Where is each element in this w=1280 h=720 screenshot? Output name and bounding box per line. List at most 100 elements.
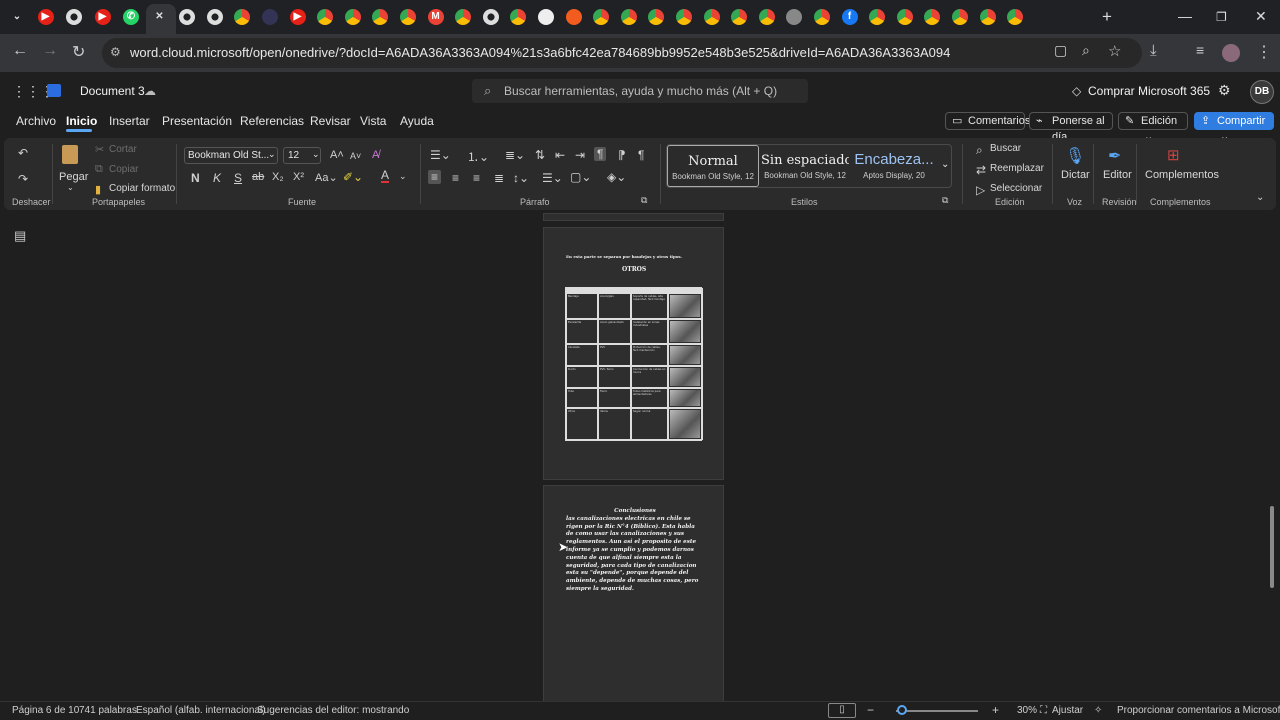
tab-chrome-icon[interactable] bbox=[979, 9, 996, 25]
browser-menu-icon[interactable]: ⋮ bbox=[1256, 42, 1272, 62]
bookmark-star-icon[interactable]: ☆ bbox=[1108, 42, 1121, 60]
minimize-icon[interactable]: — bbox=[1178, 8, 1192, 24]
table-cell[interactable]: Otros bbox=[566, 408, 598, 440]
shading-icon[interactable]: ◈⌄ bbox=[607, 170, 626, 184]
tab-chrome-icon[interactable] bbox=[1007, 9, 1024, 25]
tab-ayuda[interactable]: Ayuda bbox=[400, 114, 434, 128]
word-count[interactable]: 741 palabras bbox=[79, 705, 137, 716]
feedback-link[interactable]: Proporcionar comentarios a Microsoft bbox=[1117, 705, 1280, 716]
increase-indent-icon[interactable]: ⇥ bbox=[575, 148, 585, 162]
tab-presentacion[interactable]: Presentación bbox=[162, 114, 232, 128]
tab-chrome-icon[interactable] bbox=[344, 9, 361, 25]
otros-table[interactable]: Canalización Tipo/material Características… bbox=[565, 287, 703, 441]
forward-icon[interactable]: → bbox=[42, 42, 58, 60]
new-tab-button[interactable]: + bbox=[1102, 7, 1112, 27]
format-painter-button[interactable]: Copiar formato bbox=[109, 183, 175, 194]
table-cell[interactable]: Soporte de cables, alta capacidad, fácil… bbox=[631, 293, 668, 319]
font-name-select[interactable]: Bookman Old St... ⌄ bbox=[184, 147, 278, 164]
paragraph-launcher-icon[interactable]: ⧉ bbox=[641, 195, 647, 206]
cast-icon[interactable]: ▢ bbox=[1054, 42, 1067, 59]
bold-button[interactable]: N bbox=[191, 171, 200, 185]
style-no-spacing[interactable]: Sin espaciado Bookman Old Style, 12 bbox=[761, 145, 849, 187]
paste-clipboard-icon[interactable] bbox=[62, 145, 78, 164]
sort-icon[interactable]: ⇅ bbox=[535, 148, 545, 162]
styles-more-icon[interactable]: ⌄ bbox=[941, 159, 949, 170]
bullets-icon[interactable]: ☰⌄ bbox=[430, 148, 451, 162]
line-spacing-icon[interactable]: ↕⌄ bbox=[513, 171, 529, 185]
table-photo[interactable] bbox=[670, 295, 700, 317]
tab-insertar[interactable]: Insertar bbox=[109, 114, 150, 128]
tab-facebook-icon[interactable]: f bbox=[841, 9, 858, 25]
undo-icon[interactable]: ↶ bbox=[18, 146, 28, 160]
tab-referencias[interactable]: Referencias bbox=[240, 114, 304, 128]
tab-chatgpt-icon[interactable] bbox=[179, 9, 196, 25]
tab-inicio[interactable]: Inicio bbox=[66, 114, 97, 128]
search-box[interactable]: ⌕ Buscar herramientas, ayuda y mucho más… bbox=[472, 79, 808, 103]
zoom-slider[interactable] bbox=[896, 710, 978, 712]
table-cell[interactable]: Fierro bbox=[598, 388, 631, 408]
zoom-out-icon[interactable]: − bbox=[867, 703, 874, 717]
comments-button[interactable]: ▭ Comentarios bbox=[945, 112, 1030, 130]
profile-avatar[interactable] bbox=[1222, 44, 1240, 62]
window-close-icon[interactable]: ✕ bbox=[1255, 8, 1267, 25]
tab-page-icon[interactable] bbox=[537, 9, 554, 25]
catchup-button[interactable]: ⌁ Ponerse al día bbox=[1029, 112, 1113, 143]
table-cell[interactable]: Canaleta bbox=[566, 344, 598, 366]
vertical-scrollbar[interactable] bbox=[1270, 506, 1274, 588]
microphone-icon[interactable]: 🎙 bbox=[1065, 146, 1085, 166]
tab-youtube-icon[interactable]: ▶ bbox=[289, 9, 306, 25]
ribbon-collapse-icon[interactable]: ⌄ bbox=[1256, 192, 1264, 203]
decrease-indent-icon[interactable]: ⇤ bbox=[555, 148, 565, 162]
language-status[interactable]: Español (alfab. internacional) bbox=[136, 705, 266, 716]
tab-chatgpt-icon[interactable] bbox=[66, 9, 82, 25]
table-cell[interactable]: Bandeja bbox=[566, 293, 598, 319]
font-color-icon[interactable]: A bbox=[381, 169, 390, 183]
document-title[interactable]: Document 3 bbox=[80, 84, 145, 98]
table-cell[interactable]: Acero galvanizado bbox=[598, 319, 631, 344]
table-photo[interactable] bbox=[670, 321, 700, 342]
tab-chrome-icon[interactable] bbox=[758, 9, 775, 25]
editor-pen-icon[interactable]: ✒ bbox=[1108, 146, 1121, 166]
url-text[interactable]: word.cloud.microsoft/open/onedrive/?docI… bbox=[130, 45, 950, 60]
tab-vista[interactable]: Vista bbox=[360, 114, 386, 128]
tab-chrome-icon[interactable] bbox=[399, 9, 416, 25]
table-photo[interactable] bbox=[670, 410, 700, 438]
addins-button[interactable]: Complementos bbox=[1145, 169, 1219, 181]
tab-chrome-icon[interactable] bbox=[675, 9, 692, 25]
style-normal[interactable]: Normal Bookman Old Style, 12 bbox=[667, 145, 759, 187]
tab-chrome-icon[interactable] bbox=[593, 9, 610, 25]
change-case-icon[interactable]: Aa⌄ bbox=[315, 171, 338, 184]
table-cell[interactable]: Según norma bbox=[631, 408, 668, 440]
chevron-down-icon[interactable]: ⌄ bbox=[399, 171, 407, 182]
tab-brave-icon[interactable] bbox=[565, 9, 582, 25]
tab-gmail-icon[interactable]: M bbox=[427, 9, 444, 25]
strikethrough-button[interactable]: ab bbox=[252, 171, 264, 183]
clear-format-icon[interactable]: A̸ bbox=[372, 149, 379, 161]
replace-button[interactable]: Reemplazar bbox=[990, 163, 1044, 174]
table-cell[interactable]: Conducción de cables en muros bbox=[631, 366, 668, 388]
tab-chrome-icon[interactable] bbox=[731, 9, 748, 25]
search-placeholder[interactable]: Buscar herramientas, ayuda y mucho más (… bbox=[504, 84, 777, 98]
show-marks-icon[interactable]: ¶ bbox=[638, 148, 644, 162]
zoom-in-icon[interactable]: + bbox=[992, 703, 999, 717]
subscript-button[interactable]: X₂ bbox=[272, 171, 284, 183]
dictate-button[interactable]: Dictar bbox=[1061, 169, 1090, 181]
media-icon[interactable]: ≡ bbox=[1196, 42, 1204, 58]
multilevel-list-icon[interactable]: ≣⌄ bbox=[505, 148, 525, 162]
table-cell[interactable]: Tubos metálicos para alimentadores bbox=[631, 388, 668, 408]
tab-chatgpt-icon[interactable] bbox=[206, 9, 223, 25]
zoom-level[interactable]: 30% bbox=[1017, 705, 1037, 716]
zoom-icon[interactable]: ⌕ bbox=[1082, 42, 1090, 59]
tab-chrome-icon[interactable] bbox=[317, 9, 334, 25]
editing-mode-button[interactable]: ✎ Edición ⌄ bbox=[1118, 112, 1188, 143]
address-bar[interactable]: ⚙ word.cloud.microsoft/open/onedrive/?do… bbox=[102, 38, 1142, 68]
shrink-font-icon[interactable]: A˅ bbox=[350, 151, 361, 161]
tab-chatgpt-icon[interactable] bbox=[482, 9, 499, 25]
tab-chrome-icon[interactable] bbox=[896, 9, 913, 25]
align-center-icon[interactable]: ≡ bbox=[452, 171, 459, 185]
align-left-icon[interactable]: ≡ bbox=[428, 170, 442, 184]
table-cell[interactable]: Instalación en zonas industriales bbox=[631, 319, 668, 344]
table-cell[interactable]: PVC bbox=[598, 344, 631, 366]
tab-close-icon[interactable]: ✕ bbox=[152, 9, 168, 25]
redo-icon[interactable]: ↷ bbox=[18, 172, 28, 186]
